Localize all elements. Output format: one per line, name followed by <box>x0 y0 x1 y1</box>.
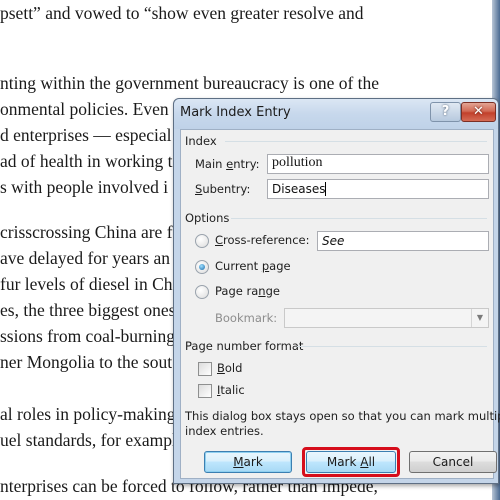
text-caret <box>325 182 327 196</box>
page-range-radio[interactable] <box>195 285 209 299</box>
main-entry-label: Main entry: <box>195 157 260 171</box>
close-icon: ✕ <box>473 104 484 119</box>
doc-line: ner Mongolia to the sout <box>0 352 173 372</box>
mark-button[interactable]: Mark <box>204 451 292 473</box>
divider <box>225 141 487 142</box>
question-icon: ? <box>441 104 450 119</box>
mark-index-entry-dialog: Mark Index Entry ? ✕ Index Main entry: p… <box>173 98 500 484</box>
cross-reference-input[interactable]: See <box>317 231 489 251</box>
doc-line: onmental policies. Even <box>0 99 169 119</box>
bold-label: Bold <box>217 361 243 375</box>
doc-line: s with people involved i <box>0 177 169 197</box>
options-group-label: Options <box>185 211 230 225</box>
mark-all-highlight <box>302 447 400 477</box>
bold-checkbox[interactable] <box>198 362 212 376</box>
dialog-title: Mark Index Entry <box>180 105 291 120</box>
doc-line: ad of health in working t <box>0 151 173 171</box>
cross-reference-label: Cross-reference: <box>215 233 310 247</box>
italic-label: Italic <box>217 383 245 397</box>
bookmark-select[interactable]: ▼ <box>284 308 489 328</box>
italic-checkbox[interactable] <box>198 384 212 398</box>
doc-line: fur levels of diesel in Ch <box>0 274 173 294</box>
close-button[interactable]: ✕ <box>461 102 496 122</box>
info-text: This dialog box stays open so that you c… <box>185 409 500 423</box>
index-group-label: Index <box>185 134 217 148</box>
cross-reference-radio[interactable] <box>195 234 209 248</box>
dialog-titlebar[interactable]: Mark Index Entry ? ✕ <box>174 99 498 129</box>
doc-line: crisscrossing China are f <box>0 222 173 242</box>
subentry-input[interactable]: Diseases <box>267 179 489 199</box>
doc-line: d enterprises — especial <box>0 125 172 145</box>
doc-line: uel standards, for exampl <box>0 430 177 450</box>
dialog-body: Index Main entry: pollution Subentry: Di… <box>180 129 500 479</box>
help-button[interactable]: ? <box>430 102 461 122</box>
divider <box>231 218 487 219</box>
main-entry-input[interactable]: pollution <box>267 154 489 174</box>
doc-line: psett” and vowed to “show even greater r… <box>0 3 364 23</box>
bookmark-label: Bookmark: <box>215 311 278 325</box>
cancel-button[interactable]: Cancel <box>409 451 497 473</box>
doc-line: ssions from coal-burning <box>0 326 175 346</box>
doc-line: al roles in policy-making <box>0 404 176 424</box>
divider <box>297 346 487 347</box>
current-page-label: Current page <box>215 259 291 273</box>
doc-line: es, the three biggest ones <box>0 300 176 320</box>
page-range-label: Page range <box>215 284 280 298</box>
info-text: index entries. <box>185 424 264 438</box>
doc-line: nting within the government bureaucracy … <box>0 73 380 93</box>
current-page-radio[interactable] <box>195 260 209 274</box>
chevron-down-icon[interactable]: ▼ <box>471 309 488 327</box>
format-group-label: Page number format <box>185 339 304 353</box>
subentry-label: Subentry: <box>195 182 251 196</box>
doc-line: ave delayed for years an <box>0 248 171 268</box>
